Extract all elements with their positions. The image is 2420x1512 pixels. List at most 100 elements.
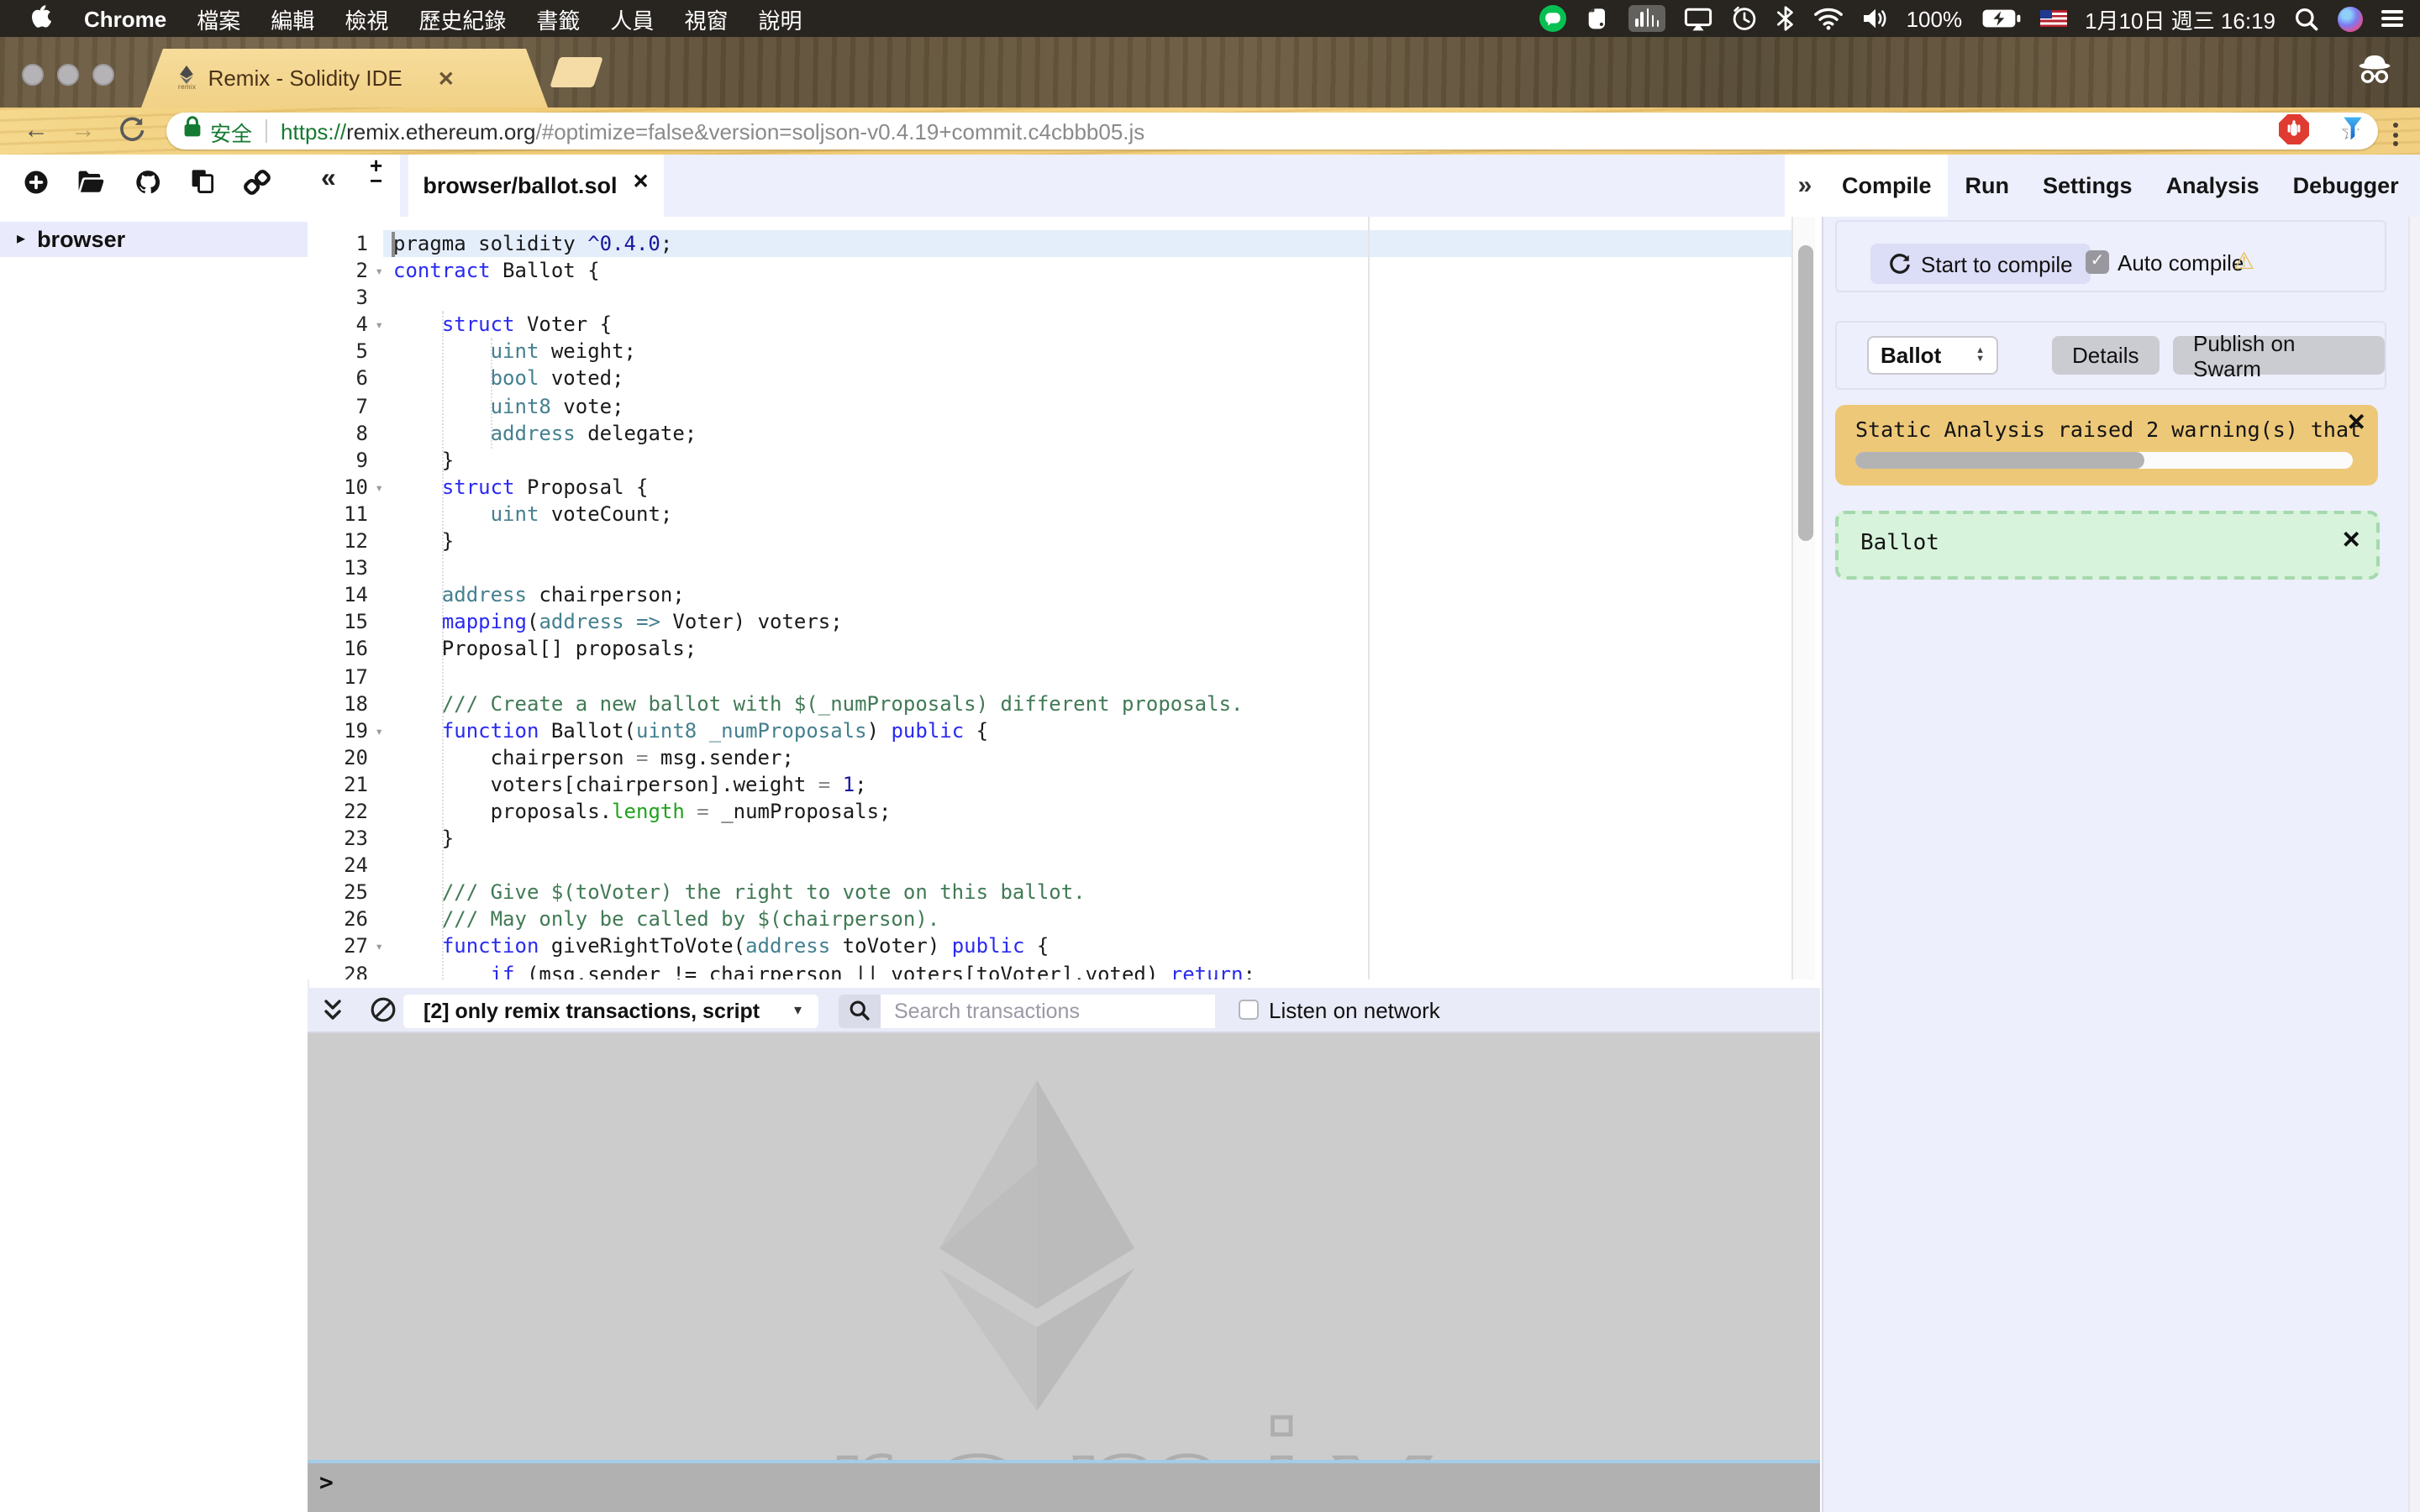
back-button[interactable]: ←: [24, 116, 49, 144]
audio-waveform-icon[interactable]: [1629, 5, 1666, 32]
panel-tab-support[interactable]: Support: [2416, 155, 2420, 217]
editor-scrollbar-thumb[interactable]: [1797, 245, 1812, 541]
menu-item-7[interactable]: 視窗: [669, 3, 743, 34]
details-button[interactable]: Details: [2052, 336, 2160, 375]
menu-item-1[interactable]: 檔案: [182, 3, 255, 34]
panel-tab-analysis[interactable]: Analysis: [2149, 155, 2276, 217]
fold-arrow-icon[interactable]: ▾: [375, 718, 383, 745]
line-number[interactable]: 3: [308, 284, 383, 311]
time-machine-icon[interactable]: [1732, 5, 1759, 32]
line-number[interactable]: 14: [308, 581, 383, 608]
reload-button[interactable]: [118, 116, 146, 153]
menu-item-8[interactable]: 說明: [743, 3, 817, 34]
new-file-icon[interactable]: [24, 169, 49, 202]
fold-arrow-icon[interactable]: ▾: [375, 259, 383, 286]
line-number[interactable]: 4▾: [308, 312, 383, 339]
line-number[interactable]: 21: [308, 771, 383, 798]
new-tab-button[interactable]: [550, 57, 603, 87]
github-import-icon[interactable]: [134, 169, 161, 202]
zoom-out-icon[interactable]: −: [370, 173, 382, 188]
line-number[interactable]: 8: [308, 419, 383, 446]
code-editor[interactable]: 12▾34▾5678910▾111213141516171819▾2021222…: [308, 217, 1815, 979]
menu-item-6[interactable]: 人員: [595, 3, 669, 34]
badge-close-icon[interactable]: ✕: [2342, 526, 2361, 554]
panel-scrollbar[interactable]: [2408, 217, 2420, 1512]
line-number[interactable]: 28: [308, 960, 383, 979]
warning-close-icon[interactable]: ✕: [2347, 408, 2366, 437]
window-close-button[interactable]: [22, 64, 44, 86]
terminal-prompt-row[interactable]: >: [308, 1463, 1820, 1512]
panel-tab-compile[interactable]: Compile: [1825, 155, 1949, 217]
line-number[interactable]: 24: [308, 852, 383, 879]
line-number[interactable]: 15: [308, 609, 383, 636]
line-number[interactable]: 17: [308, 663, 383, 690]
window-zoom-button[interactable]: [92, 64, 114, 86]
siri-icon[interactable]: [2338, 6, 2363, 31]
notification-center-icon[interactable]: [2381, 10, 2403, 28]
line-number[interactable]: 22: [308, 798, 383, 825]
line-number[interactable]: 5: [308, 339, 383, 365]
line-number[interactable]: 7: [308, 392, 383, 419]
open-folder-icon[interactable]: [77, 170, 106, 202]
wifi-icon[interactable]: [1814, 7, 1844, 30]
volume-icon[interactable]: [1863, 7, 1888, 30]
menu-item-app[interactable]: Chrome: [69, 6, 182, 31]
line-number[interactable]: 9: [308, 447, 383, 474]
spotlight-search-icon[interactable]: [2294, 6, 2319, 31]
line-number[interactable]: 20: [308, 744, 383, 771]
airplay-icon[interactable]: [1685, 6, 1713, 31]
url-bar[interactable]: 安全 https://remix.ethereum.org/#optimize=…: [166, 113, 2378, 150]
line-number[interactable]: 19▾: [308, 717, 383, 743]
fold-arrow-icon[interactable]: ▾: [375, 313, 383, 340]
publish-swarm-button[interactable]: Publish on Swarm: [2173, 336, 2385, 375]
funnel-extension-icon[interactable]: [2336, 113, 2370, 155]
editor-zoom-controls[interactable]: +−: [370, 158, 382, 188]
line-number[interactable]: 13: [308, 554, 383, 581]
expand-terminal-icon[interactable]: [321, 998, 345, 1032]
line-number[interactable]: 25: [308, 879, 383, 906]
adblock-extension-icon[interactable]: [2277, 113, 2311, 155]
contract-select[interactable]: Ballot ▲▼: [1867, 336, 1998, 375]
bluetooth-icon[interactable]: [1777, 5, 1796, 32]
evernote-icon[interactable]: [1586, 5, 1611, 32]
copy-files-icon[interactable]: [190, 168, 215, 203]
browser-tab[interactable]: remix Remix - Solidity IDE ✕: [141, 49, 548, 108]
line-number[interactable]: 12: [308, 528, 383, 554]
publish-gist-link-icon[interactable]: [244, 169, 271, 202]
editor-scrollbar[interactable]: [1791, 217, 1815, 979]
line-number[interactable]: 6: [308, 365, 383, 392]
start-compile-button[interactable]: Start to compile: [1870, 244, 2091, 284]
terminal-filter-dropdown[interactable]: [2] only remix transactions, script ▾: [403, 994, 818, 1027]
apple-menu-icon[interactable]: [17, 3, 69, 34]
us-flag-input-icon[interactable]: [2039, 10, 2066, 27]
line-number[interactable]: 27▾: [308, 933, 383, 960]
menu-item-5[interactable]: 書籤: [521, 3, 595, 34]
line-number[interactable]: 10▾: [308, 474, 383, 501]
auto-compile-checkbox[interactable]: ✓: [2086, 250, 2109, 274]
line-number[interactable]: 2▾: [308, 257, 383, 284]
forward-button[interactable]: →: [71, 116, 96, 144]
window-minimize-button[interactable]: [57, 64, 79, 86]
fold-arrow-icon[interactable]: ▾: [375, 475, 383, 502]
line-number[interactable]: 23: [308, 825, 383, 852]
panel-tab-debugger[interactable]: Debugger: [2276, 155, 2416, 217]
line-number[interactable]: 18: [308, 690, 383, 717]
clear-terminal-icon[interactable]: [370, 996, 397, 1032]
line-number[interactable]: 16: [308, 636, 383, 663]
menu-item-4[interactable]: 歷史紀錄: [403, 3, 521, 34]
menu-item-3[interactable]: 檢視: [329, 3, 403, 34]
search-transactions-input[interactable]: [881, 994, 1215, 1027]
panel-tab-settings[interactable]: Settings: [2026, 155, 2149, 217]
line-app-icon[interactable]: [1540, 5, 1567, 32]
expand-right-panel[interactable]: »: [1785, 155, 1825, 217]
file-tree-root[interactable]: ▸ browser: [0, 222, 308, 257]
menu-item-2[interactable]: 編輯: [255, 3, 329, 34]
menu-bar-clock[interactable]: 1月10日 週三 16:19: [2085, 3, 2275, 34]
editor-file-tab[interactable]: browser/ballot.sol ✕: [408, 155, 664, 217]
line-number[interactable]: 1: [308, 230, 383, 257]
tree-caret-icon[interactable]: ▸: [17, 230, 25, 249]
chrome-menu-icon[interactable]: [2393, 123, 2398, 146]
line-number[interactable]: 11: [308, 501, 383, 528]
panel-tab-run[interactable]: Run: [1949, 155, 2027, 217]
tab-close-icon[interactable]: ✕: [438, 66, 455, 90]
